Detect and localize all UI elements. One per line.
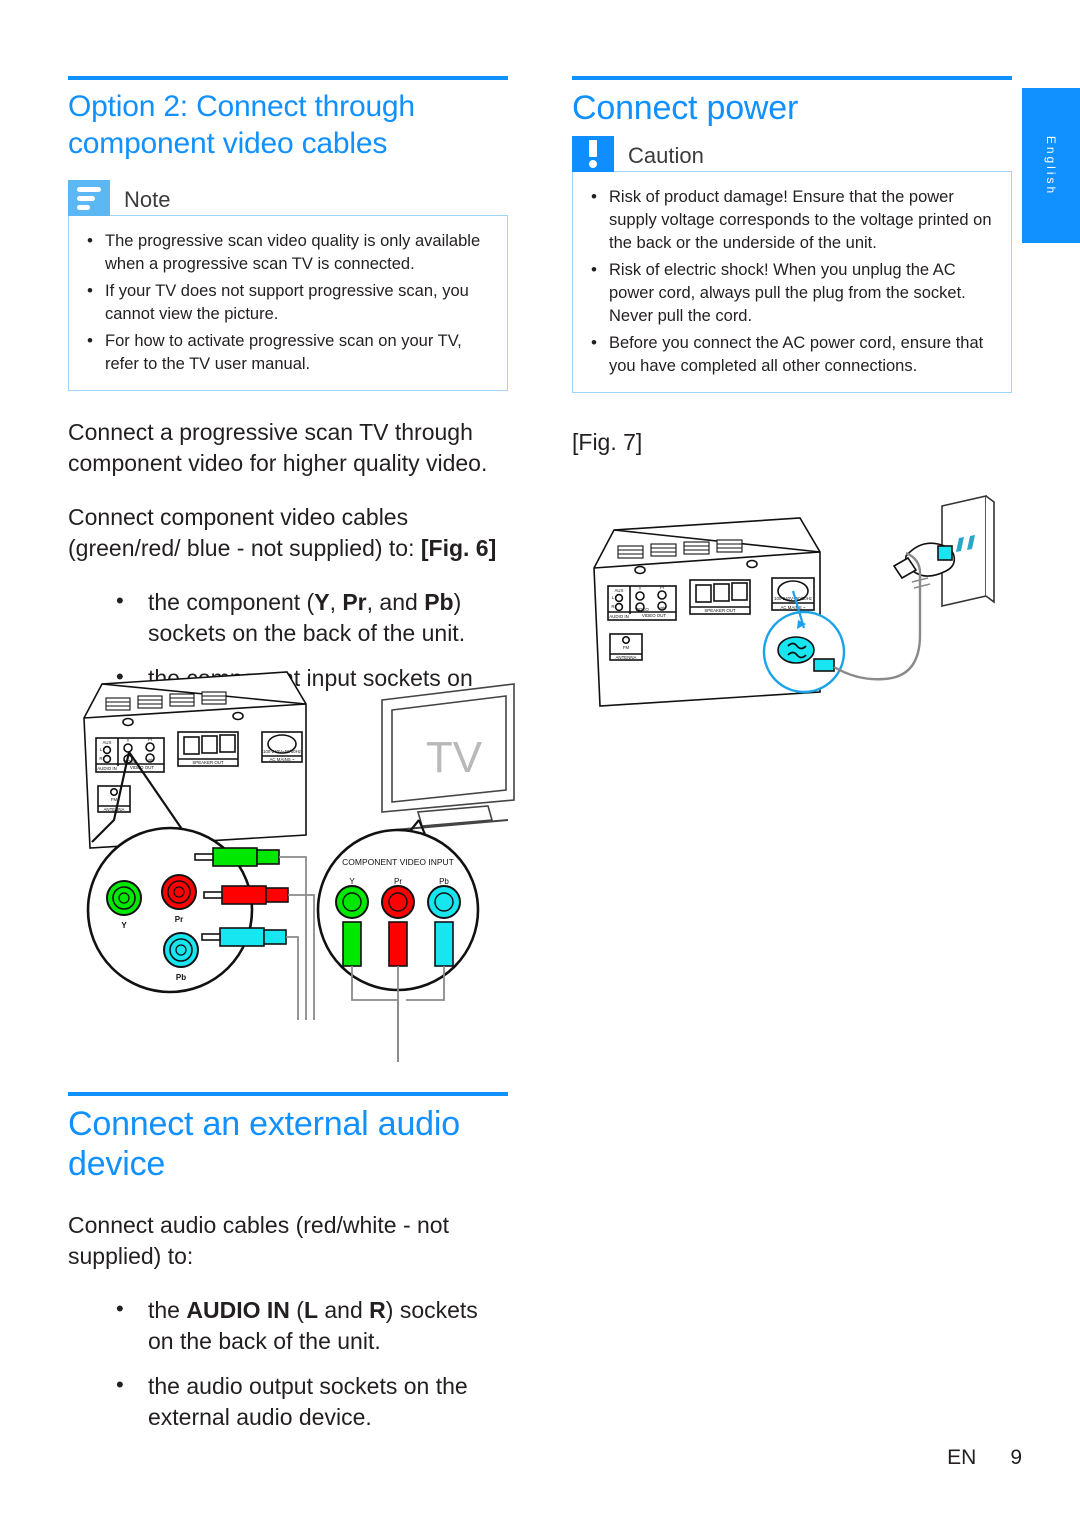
label-audio-in: AUDIO IN: [186, 1297, 290, 1323]
list-item: the component (Y, Pr, and Pb) sockets on…: [68, 585, 508, 649]
bullet-text: (: [289, 1297, 304, 1323]
bullet-text: the: [148, 1297, 187, 1323]
label-pb: Pb: [424, 589, 454, 615]
list-item: Before you connect the AC power cord, en…: [587, 331, 995, 378]
svg-text:ANTENNA: ANTENNA: [616, 655, 637, 660]
svg-text:Pb: Pb: [439, 877, 449, 886]
page-title-external-audio: Connect an external audio device: [68, 1105, 460, 1183]
caution-callout-body: Risk of product damage! Ensure that the …: [572, 171, 1012, 393]
manual-page: Option 2: Connect through component vide…: [0, 0, 1080, 1527]
bullet-text: and: [318, 1297, 370, 1323]
tv-socket-callout: COMPONENT VIDEO INPUT Y Pr Pb: [335, 857, 461, 1062]
svg-text:100-240V~50/60Hz: 100-240V~50/60Hz: [263, 749, 301, 754]
svg-text:VIDEO: VIDEO: [635, 607, 649, 612]
note-bullet-list: The progressive scan video quality is on…: [83, 229, 491, 376]
left-column: Option 2: Connect through component vide…: [68, 76, 508, 739]
list-item: the audio output sockets on the external…: [68, 1369, 508, 1433]
svg-text:Pr: Pr: [394, 877, 402, 886]
list-item: Risk of product damage! Ensure that the …: [587, 185, 995, 255]
list-item: Risk of electric shock! When you unplug …: [587, 258, 995, 328]
list-item: the AUDIO IN (L and R) sockets on the ba…: [68, 1293, 508, 1357]
language-side-tab: English: [1022, 88, 1080, 243]
footer-language-code: EN: [947, 1446, 977, 1469]
audio-intro-paragraph: Connect audio cables (red/white - not su…: [68, 1212, 449, 1269]
svg-text:Pb: Pb: [176, 973, 186, 982]
bullet-text: ,: [329, 589, 343, 615]
tv-screen-label: TV: [426, 733, 483, 782]
note-callout: Note The progressive scan video quality …: [68, 180, 508, 391]
figure-6-component-video-diagram: AUX L R Y Pr VIDEO Pb AUDIO IN VIDEO OUT…: [62, 660, 522, 1070]
external-audio-section: Connect an external audio device Connect…: [68, 1092, 508, 1447]
svg-text:Pr: Pr: [660, 585, 665, 590]
intro-paragraph: Connect a progressive scan TV through co…: [68, 419, 488, 476]
svg-text:100-240V~50/60Hz: 100-240V~50/60Hz: [774, 596, 812, 601]
caution-callout-header: Caution: [572, 136, 1012, 172]
note-callout-header: Note: [68, 180, 508, 216]
connect-instructions-text: Connect component video cables (green/re…: [68, 504, 421, 561]
label-r: R: [369, 1297, 386, 1323]
bullet-text: , and: [366, 589, 425, 615]
page-number: 9: [1010, 1446, 1022, 1469]
section-rule-option2: [68, 76, 508, 80]
list-item: If your TV does not support progressive …: [83, 279, 491, 326]
svg-text:AUDIO IN: AUDIO IN: [609, 614, 629, 619]
label-pr: Pr: [342, 589, 367, 615]
svg-text:FM: FM: [111, 797, 118, 802]
caution-callout: Caution Risk of product damage! Ensure t…: [572, 136, 1012, 393]
svg-text:SPEAKER OUT: SPEAKER OUT: [704, 608, 736, 613]
list-item: For how to activate progressive scan on …: [83, 329, 491, 376]
svg-text:Y: Y: [349, 877, 355, 886]
svg-text:ANTENNA: ANTENNA: [104, 807, 125, 812]
audio-socket-list: the AUDIO IN (L and R) sockets on the ba…: [68, 1293, 508, 1433]
svg-text:AC MAINS ~: AC MAINS ~: [780, 605, 805, 610]
figure-6-reference: [Fig. 6]: [420, 535, 497, 561]
exclamation-icon: [572, 136, 614, 172]
list-item: The progressive scan video quality is on…: [83, 229, 491, 276]
bullet-text: the component (: [148, 589, 315, 615]
figure-7-power-diagram: AUX L R Y Pr VIDEO Pb AUDIO IN VIDEO OUT…: [572, 460, 1022, 720]
svg-text:Pr: Pr: [148, 737, 153, 742]
connect-instructions-paragraph: Connect component video cables (green/re…: [68, 502, 508, 564]
note-lines-icon: [68, 180, 110, 216]
svg-text:Pr: Pr: [175, 915, 183, 924]
svg-text:Pb: Pb: [660, 606, 666, 611]
svg-text:FM: FM: [623, 645, 630, 650]
svg-text:Y: Y: [639, 586, 642, 591]
svg-text:Pb: Pb: [148, 758, 154, 763]
bullet-text: the audio output sockets on the external…: [148, 1373, 468, 1430]
page-title-option2: Option 2: Connect through component vide…: [68, 90, 415, 160]
page-title-connect-power: Connect power: [572, 89, 799, 127]
svg-text:R: R: [99, 756, 102, 761]
svg-text:AUX: AUX: [614, 588, 623, 593]
label-l: L: [303, 1297, 318, 1323]
caution-bullet-list: Risk of product damage! Ensure that the …: [587, 185, 995, 378]
figure-7-label: [Fig. 7]: [572, 429, 643, 455]
component-video-input-label: COMPONENT VIDEO INPUT: [342, 857, 454, 867]
right-column: Connect power Caution Risk of product da…: [572, 76, 1012, 481]
svg-text:Y: Y: [127, 738, 130, 743]
svg-text:Y: Y: [121, 921, 127, 930]
page-footer: EN 9: [0, 1446, 1080, 1470]
note-callout-title: Note: [124, 187, 171, 212]
svg-text:R: R: [611, 604, 614, 609]
section-rule-audio: [68, 1092, 508, 1096]
svg-text:VIDEO OUT: VIDEO OUT: [642, 613, 666, 618]
svg-text:AUX: AUX: [102, 740, 111, 745]
language-label: English: [1044, 135, 1058, 196]
caution-callout-title: Caution: [628, 143, 704, 168]
svg-text:AUDIO IN: AUDIO IN: [97, 766, 117, 771]
label-y: Y: [314, 589, 330, 615]
svg-text:AC MAINS ~: AC MAINS ~: [269, 757, 294, 762]
section-rule-power: [572, 76, 1012, 80]
note-callout-body: The progressive scan video quality is on…: [68, 215, 508, 391]
svg-text:SPEAKER OUT: SPEAKER OUT: [192, 760, 224, 765]
